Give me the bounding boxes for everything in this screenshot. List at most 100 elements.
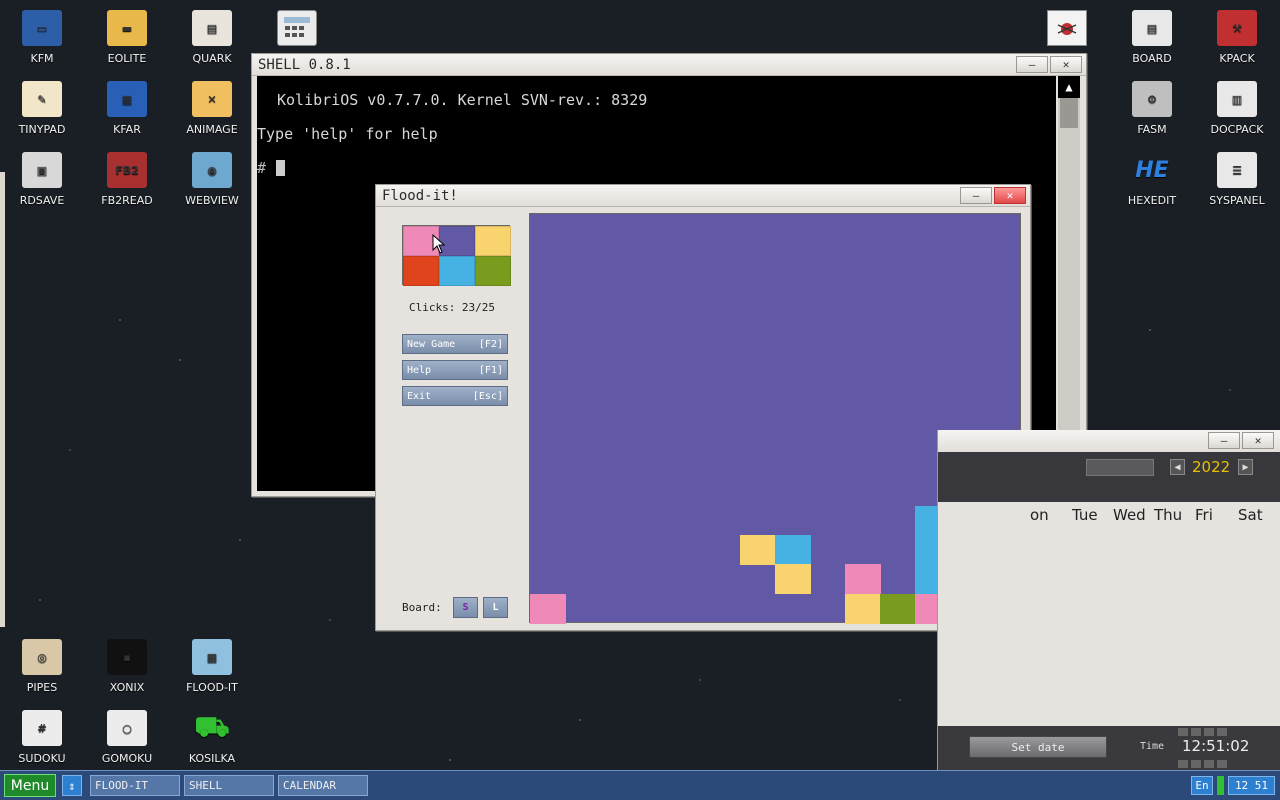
desktop-icon-xonix[interactable]: ▪ XONIX — [87, 639, 167, 694]
taskbar-clock[interactable]: 12 51 — [1228, 776, 1275, 795]
flood-it-titlebar[interactable]: Flood-it! — ✕ — [376, 185, 1030, 207]
desktop-icon-sudoku[interactable]: # SUDOKU — [2, 710, 82, 765]
calendar-day[interactable]: 21 — [970, 625, 1010, 656]
calendar-day[interactable]: 17 — [1090, 594, 1130, 625]
taskbar: Menu ⇕ FLOOD-IT SHELL CALENDAR En 12 51 — [0, 770, 1280, 800]
calendar-day[interactable]: 15 — [1010, 594, 1050, 625]
new-game-button[interactable]: New Game [F2] — [402, 334, 508, 354]
close-button[interactable]: ✕ — [994, 187, 1026, 204]
desktop-icon-flood-it[interactable]: ▦ FLOOD-IT — [172, 639, 252, 694]
board-cell — [775, 535, 811, 566]
scroll-up-arrow-icon[interactable]: ▲ — [1058, 76, 1080, 98]
desktop-icon-animage[interactable]: ✕ ANIMAGE — [172, 81, 252, 136]
time-up-steppers[interactable] — [1178, 728, 1227, 736]
language-indicator[interactable]: En — [1191, 776, 1213, 795]
desktop-icon-rdsave[interactable]: ▣ RDSAVE — [2, 152, 82, 207]
desktop-icon-kfm[interactable]: ▭ KFM — [2, 10, 82, 65]
calendar-day[interactable]: 25 — [1130, 625, 1170, 656]
close-button[interactable]: ✕ — [1242, 432, 1274, 449]
desktop-icon-label: KPACK — [1219, 52, 1255, 65]
desktop-icon-quark[interactable]: ▤ QUARK — [172, 10, 252, 65]
desktop-icon-gomoku[interactable]: ○ GOMOKU — [87, 710, 167, 765]
minimize-button[interactable]: — — [1016, 56, 1048, 73]
calendar-day[interactable]: 24 — [1090, 625, 1130, 656]
menu-button[interactable]: Menu — [4, 774, 56, 797]
console-prompt: # — [257, 159, 267, 177]
calendar-day[interactable]: 02 — [1050, 532, 1090, 563]
palette-color-swatch[interactable] — [439, 256, 475, 286]
calendar-day[interactable]: 27 — [1210, 625, 1250, 656]
desktop-icon-docpack[interactable]: ▥ DOCPACK — [1197, 81, 1277, 136]
exit-button[interactable]: Exit [Esc] — [402, 386, 508, 406]
desktop-icon-kosilka[interactable]: ⛟ KOSILKA — [172, 710, 252, 766]
calendar-day[interactable]: 10 — [1090, 563, 1130, 594]
shell-scrollbar[interactable]: ▲ ▼ — [1058, 76, 1080, 491]
calendar-day[interactable]: 26 — [1170, 625, 1210, 656]
desktop-icon-syspanel[interactable]: ☰ SYSPANEL — [1197, 152, 1277, 207]
close-icon: ✕ — [1254, 434, 1262, 447]
board-cell — [845, 564, 881, 595]
board-small-button[interactable]: S — [453, 597, 478, 618]
prev-year-button[interactable]: ◀ — [1170, 459, 1185, 475]
calendar-day[interactable]: 28 — [970, 656, 1010, 687]
desktop-icon-fb2read[interactable]: FB2 FB2READ — [87, 152, 167, 207]
desktop-icon-label: HEXEDIT — [1127, 194, 1177, 207]
palette-color-swatch[interactable] — [475, 226, 511, 256]
assembler-icon: ⚙ — [1132, 81, 1172, 117]
calendar-day[interactable]: 01 — [1010, 532, 1050, 563]
desktop-icon-kfar[interactable]: ▦ KFAR — [87, 81, 167, 136]
flood-it-window[interactable]: Flood-it! — ✕ Clicks: 23/25 New Game [F2… — [375, 184, 1056, 631]
time-down-steppers[interactable] — [1178, 760, 1227, 768]
task-calendar[interactable]: CALENDAR — [278, 775, 368, 796]
calendar-day[interactable]: 31 — [1090, 656, 1130, 687]
desktop-icon-hexedit[interactable]: HE HEXEDIT — [1112, 152, 1192, 208]
month-selector[interactable] — [1086, 459, 1154, 476]
calendar-day[interactable]: 05 — [1170, 532, 1210, 563]
calendar-day[interactable]: 06 — [1210, 532, 1250, 563]
close-button[interactable]: ✕ — [1050, 56, 1082, 73]
calculator-desktop-icon[interactable] — [257, 10, 337, 52]
desktop-icon-webview[interactable]: ◉ WEBVIEW — [172, 152, 252, 207]
calendar-day[interactable]: 13 — [1210, 563, 1250, 594]
shell-titlebar[interactable]: SHELL 0.8.1 — ✕ — [252, 54, 1086, 76]
palette-color-swatch[interactable] — [403, 256, 439, 286]
desktop-icon-kpack[interactable]: ⚒ KPACK — [1197, 10, 1277, 65]
palette-color-swatch[interactable] — [475, 256, 511, 286]
calendar-window[interactable]: — ✕ ◀ 2022 ▶ on Tue Wed Thu Fri Sat 01 02 03 04 0… — [937, 430, 1280, 770]
calendar-day[interactable]: 04 — [1130, 532, 1170, 563]
calendar-day[interactable]: 16 — [1050, 594, 1090, 625]
minimize-button[interactable]: — — [1208, 432, 1240, 449]
desktop-icon-fasm[interactable]: ⚙ FASM — [1112, 81, 1192, 136]
board-large-button[interactable]: L — [483, 597, 508, 618]
calendar-day[interactable]: 23 — [1050, 625, 1090, 656]
calendar-day[interactable]: 08 — [1010, 563, 1050, 594]
calendar-day[interactable]: 29 — [1010, 656, 1050, 687]
switch-windows-button[interactable]: ⇕ — [62, 775, 82, 796]
calendar-day[interactable]: 03 — [1090, 532, 1130, 563]
debug-desktop-icon[interactable] — [1027, 10, 1107, 52]
year-display: 2022 — [1192, 458, 1231, 476]
calendar-day[interactable]: 12 — [1170, 563, 1210, 594]
calendar-titlebar[interactable]: — ✕ — [938, 430, 1280, 452]
chip-icon: ▦ — [107, 81, 147, 117]
calendar-day[interactable]: 22 — [1010, 625, 1050, 656]
scroll-thumb[interactable] — [1060, 98, 1078, 128]
desktop-icon-eolite[interactable]: ▬ EOLITE — [87, 10, 167, 65]
task-shell[interactable]: SHELL — [184, 775, 274, 796]
bug-icon — [1047, 10, 1087, 46]
calendar-day[interactable]: 30 — [1050, 656, 1090, 687]
calendar-day[interactable]: 18 — [1130, 594, 1170, 625]
set-date-button[interactable]: Set date — [969, 736, 1107, 758]
minimize-button[interactable]: — — [960, 187, 992, 204]
desktop-icon-board[interactable]: ▤ BOARD — [1112, 10, 1192, 65]
desktop-icon-tinypad[interactable]: ✎ TINYPAD — [2, 81, 82, 136]
desktop-icon-pipes[interactable]: ◎ PIPES — [2, 639, 82, 694]
calendar-day[interactable]: 09 — [1050, 563, 1090, 594]
arrows-updown-icon: ⇕ — [68, 778, 76, 793]
calendar-day[interactable]: 20 — [1210, 594, 1250, 625]
calendar-day[interactable]: 11 — [1130, 563, 1170, 594]
next-year-button[interactable]: ▶ — [1238, 459, 1253, 475]
task-flood-it[interactable]: FLOOD-IT — [90, 775, 180, 796]
help-button[interactable]: Help [F1] — [402, 360, 508, 380]
calendar-day[interactable]: 19 — [1170, 594, 1210, 625]
